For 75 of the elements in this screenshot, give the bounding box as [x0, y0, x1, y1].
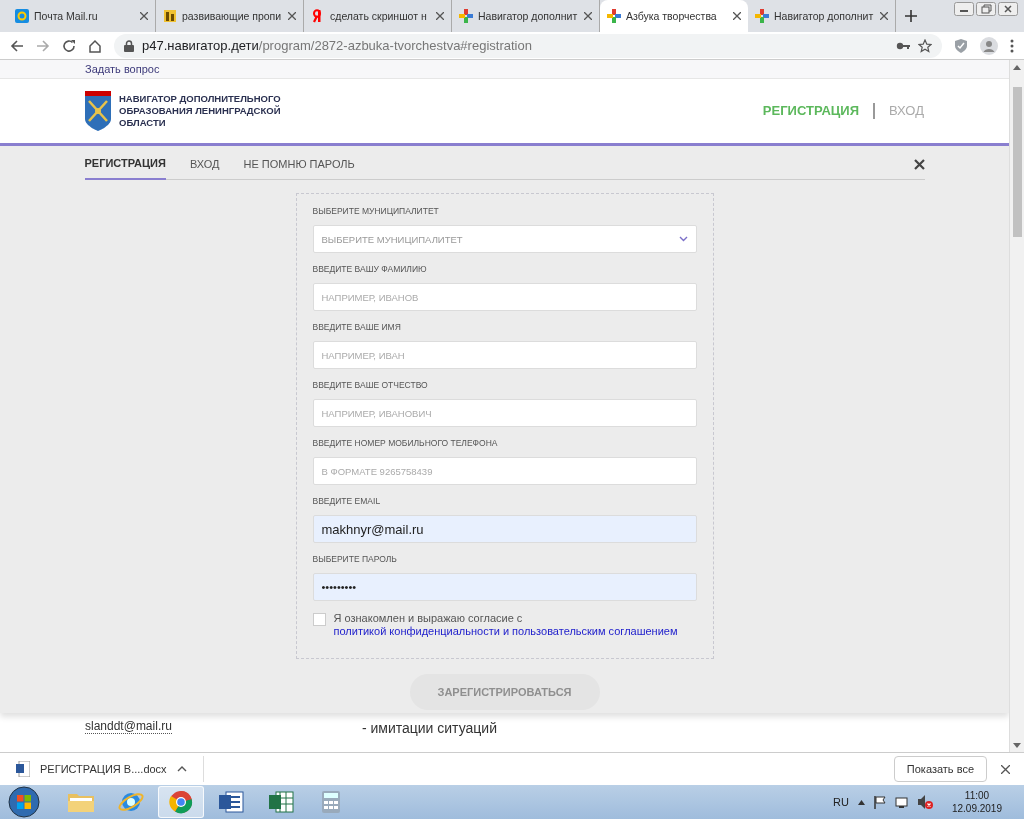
site-title: НАВИГАТОР ДОПОЛНИТЕЛЬНОГО ОБРАЗОВАНИЯ ЛЕНИНГРАДСКОЙ ОБЛАСТИ	[119, 92, 282, 129]
body-text: - имитации ситуаций	[361, 719, 497, 736]
spreadsheet-icon	[268, 790, 294, 814]
cross-logo-icon	[607, 9, 621, 23]
close-icon[interactable]	[880, 12, 888, 20]
input-field[interactable]: В ФОРМАТЕ 9265758439	[312, 457, 697, 486]
close-icon[interactable]	[913, 158, 925, 170]
address-bar[interactable]: p47.навигатор.дети/program/2872-azbuka-tvorchestva#registration	[114, 33, 942, 58]
field-label: ВВЕДИТЕ EMAIL	[312, 496, 382, 508]
field-label: ВВЕДИТЕ ВАШЕ ОТЧЕСТВО	[312, 380, 429, 392]
coat-of-arms-icon	[85, 90, 111, 131]
back-icon[interactable]	[10, 38, 24, 53]
language-indicator[interactable]: RU	[833, 796, 849, 808]
lock-icon	[124, 39, 134, 52]
star-icon[interactable]	[918, 38, 932, 53]
folder-icon	[67, 791, 95, 813]
policy-link[interactable]: политикой конфиденциальности и пользовательским соглашением	[333, 625, 678, 638]
menu-icon[interactable]	[1010, 38, 1014, 53]
close-icon[interactable]	[436, 12, 444, 20]
close-icon[interactable]	[733, 12, 741, 20]
close-icon[interactable]	[584, 12, 592, 20]
clock[interactable]: 11:00 12.09.2019	[951, 789, 1002, 815]
form-tab[interactable]: НЕ ПОМНЮ ПАРОЛЬ	[243, 148, 355, 180]
scroll-down-icon[interactable]	[1013, 743, 1021, 748]
input-field[interactable]: НАПРИМЕР, ИВАН	[312, 341, 697, 370]
scrollbar[interactable]	[1009, 60, 1024, 752]
key-icon[interactable]	[896, 40, 910, 51]
chevron-icon	[678, 236, 688, 243]
password-field[interactable]: •••••••••	[312, 573, 697, 602]
book-icon	[163, 9, 177, 23]
close-window-icon[interactable]	[998, 2, 1018, 16]
input-field[interactable]: НАПРИМЕР, ИВАНОВ	[312, 283, 697, 312]
email-text: slanddt@mail.ru	[85, 718, 172, 734]
field-label: ВВЕДИТЕ НОМЕР МОБИЛЬНОГО ТЕЛЕФОНА	[312, 438, 499, 450]
show-all-button[interactable]: Показать все	[893, 756, 987, 782]
taskbar-button[interactable]	[158, 786, 204, 818]
document-icon	[16, 761, 30, 777]
form-tab[interactable]: РЕГИСТРАЦИЯ	[84, 148, 166, 180]
field-label: ВЫБЕРИТЕ МУНИЦИПАЛИТЕТ	[312, 206, 440, 218]
consent-text: Я ознакомлен и выражаю согласие с политикой конфиденциальности и пользовательским соглашением	[333, 612, 679, 639]
help-link[interactable]: Задать вопрос	[85, 62, 160, 75]
field-label: ВВЕДИТЕ ВАШУ ФАМИЛИЮ	[312, 264, 428, 276]
shield-icon[interactable]	[954, 37, 968, 54]
flag-icon[interactable]	[873, 795, 886, 809]
close-icon[interactable]	[288, 12, 296, 20]
input-field[interactable]: НАПРИМЕР, ИВАНОВИЧ	[312, 399, 697, 428]
field-label: ВЫБЕРИТЕ ПАРОЛЬ	[312, 554, 398, 566]
new-tab-icon[interactable]	[905, 10, 917, 22]
scroll-up-icon[interactable]	[1013, 65, 1021, 70]
field-label: ВВЕДИТЕ ВАШЕ ИМЯ	[312, 322, 402, 334]
muted-speaker-icon[interactable]	[916, 795, 933, 809]
network-icon[interactable]	[894, 795, 908, 809]
browser-tab[interactable]: Азбука творчества	[600, 0, 748, 32]
mail-icon	[15, 9, 29, 23]
document-icon	[218, 790, 244, 814]
input-field[interactable]: makhnyr@mail.ru	[312, 515, 697, 544]
close-icon[interactable]	[1001, 764, 1010, 774]
calculator-icon	[321, 790, 341, 814]
close-icon[interactable]	[140, 12, 148, 20]
up-arrow-icon[interactable]	[857, 799, 865, 805]
start-icon[interactable]	[8, 786, 40, 818]
home-icon[interactable]	[88, 38, 102, 53]
reload-icon[interactable]	[62, 38, 76, 53]
form-tab[interactable]: ВХОД	[189, 148, 220, 180]
minimize-icon[interactable]	[954, 2, 974, 16]
cross-logo-icon	[459, 9, 473, 23]
consent-checkbox[interactable]	[312, 613, 326, 627]
url-text: p47.навигатор.дети/program/2872-azbuka-tvorchestva#registration	[142, 38, 532, 53]
avatar-icon[interactable]	[980, 36, 998, 55]
cross-logo-icon	[755, 9, 769, 23]
restore-icon[interactable]	[976, 2, 996, 16]
caret-icon[interactable]	[176, 766, 187, 772]
scroll-thumb[interactable]	[1012, 87, 1022, 237]
browser-icon	[169, 790, 193, 814]
download-file[interactable]: РЕГИСТРАЦИЯ В....docx	[40, 763, 167, 775]
